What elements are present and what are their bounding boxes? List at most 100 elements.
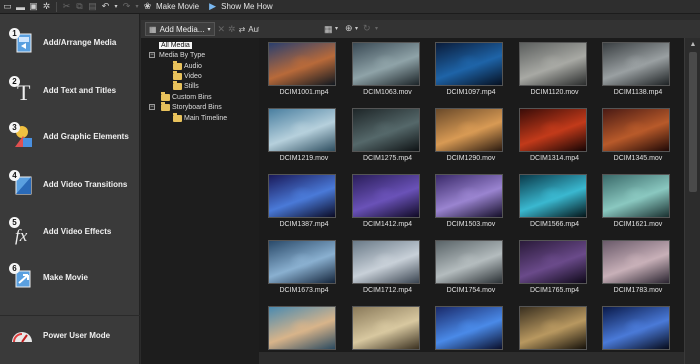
zoom-dropdown-icon[interactable]: ▾ [355, 25, 358, 32]
media-tile[interactable]: DCIM1503.mov [435, 174, 507, 228]
step-add-video-transitions[interactable]: 4 Add Video Transitions [0, 164, 140, 204]
refresh-dropdown-icon[interactable]: ▾ [375, 25, 378, 32]
media-tile[interactable]: DCIM1754.mov [435, 240, 507, 294]
tree-item-stills[interactable]: Stills [173, 80, 199, 91]
show-me-how-button[interactable]: Show Me How [221, 2, 273, 11]
media-tile[interactable]: DCIM1566.mp4 [518, 174, 591, 228]
step-make-movie[interactable]: 6 Make Movie [0, 257, 140, 297]
media-tile[interactable]: DCIM1621.mov [602, 174, 674, 228]
media-thumbnail[interactable] [351, 306, 420, 350]
media-tile[interactable]: DCIM1275.mp4 [351, 108, 424, 162]
step-add-arrange-media[interactable]: 1 Add/Arrange Media [0, 22, 140, 62]
media-tile[interactable]: DCIM1345.mov [602, 108, 674, 162]
media-thumbnail[interactable] [518, 174, 587, 218]
media-tile[interactable]: DCIM1219.mov [268, 108, 340, 162]
collapse-icon[interactable]: − [149, 104, 155, 110]
media-grid: DCIM1001.mp4 DCIM1063.mov DCIM1097.mp4 DCIM… [259, 38, 684, 364]
media-thumbnail[interactable] [602, 174, 670, 218]
step-add-video-effects[interactable]: fx 5 Add Video Effects [0, 211, 140, 251]
media-tile[interactable] [435, 306, 507, 353]
media-tile[interactable]: DCIM1712.mp4 [351, 240, 424, 294]
refresh-icon[interactable]: ↻ [363, 23, 371, 34]
tree-item-audio[interactable]: Audio [173, 60, 202, 71]
media-tile[interactable]: DCIM1138.mp4 [602, 42, 674, 96]
tree-item-video[interactable]: Video [173, 70, 202, 81]
media-thumbnail[interactable] [435, 108, 503, 152]
media-tile[interactable]: DCIM1097.mp4 [435, 42, 507, 96]
step-add-text-titles[interactable]: T 2 Add Text and Titles [0, 70, 140, 110]
media-tile[interactable]: DCIM1783.mov [602, 240, 674, 294]
media-thumbnail[interactable] [435, 174, 503, 218]
tree-item-custom-bins[interactable]: Custom Bins [161, 91, 212, 102]
media-tile[interactable]: DCIM1765.mp4 [518, 240, 591, 294]
media-tile[interactable]: DCIM1412.mp4 [351, 174, 424, 228]
tree-item-all-media[interactable]: All Media [159, 40, 192, 50]
media-tile[interactable] [518, 306, 591, 353]
media-tile[interactable]: DCIM1290.mov [435, 108, 507, 162]
media-thumbnail[interactable] [435, 42, 503, 86]
media-thumbnail[interactable] [435, 306, 503, 350]
undo-icon[interactable]: ↶ [100, 1, 111, 12]
media-thumbnail[interactable] [602, 42, 670, 86]
make-movie-button[interactable]: Make Movie [156, 2, 199, 11]
step-add-graphic-elements[interactable]: 3 Add Graphic Elements [0, 116, 140, 156]
media-filename: DCIM1621.mov [613, 221, 663, 228]
media-settings-icon[interactable]: ✲ [228, 24, 236, 35]
media-thumbnail[interactable] [268, 174, 336, 218]
redo-dropdown-icon[interactable]: ▾ [134, 1, 140, 12]
media-thumbnail[interactable] [268, 108, 336, 152]
media-thumbnail[interactable] [351, 240, 420, 284]
tree-item-storyboard-bins[interactable]: Storyboard Bins [161, 101, 222, 112]
media-thumbnail[interactable] [602, 240, 670, 284]
media-tile[interactable]: DCIM1001.mp4 [268, 42, 340, 96]
media-tile[interactable] [351, 306, 424, 353]
media-thumbnail[interactable] [602, 108, 670, 152]
show-me-how-icon[interactable]: ▶ [207, 1, 218, 12]
media-thumbnail[interactable] [268, 240, 336, 284]
media-thumbnail[interactable] [518, 306, 587, 350]
media-thumbnail[interactable] [518, 42, 587, 86]
media-thumbnail[interactable] [351, 108, 420, 152]
open-folder-icon[interactable]: ▬ [15, 1, 26, 12]
view-mode-dropdown-icon[interactable]: ▾ [335, 25, 338, 32]
media-thumbnail[interactable] [518, 240, 587, 284]
remove-media-icon[interactable]: ✕ [218, 24, 226, 35]
redo-icon[interactable]: ↷ [121, 1, 132, 12]
tree-item-media-by-type[interactable]: Media By Type [159, 50, 205, 60]
media-tile[interactable]: DCIM1063.mov [351, 42, 424, 96]
save-icon[interactable]: ▣ [28, 1, 39, 12]
scroll-thumb[interactable] [689, 52, 697, 192]
media-thumbnail[interactable] [351, 42, 420, 86]
scroll-up-icon[interactable]: ▲ [688, 41, 698, 49]
media-thumbnail[interactable] [435, 240, 503, 284]
undo-dropdown-icon[interactable]: ▾ [113, 1, 119, 12]
media-tile[interactable] [602, 306, 674, 353]
media-tile[interactable]: DCIM1387.mp4 [268, 174, 340, 228]
media-tile[interactable] [268, 306, 340, 353]
horizontal-scrollbar[interactable] [259, 352, 684, 364]
add-media-button[interactable]: ▦ Add Media... ▾ [145, 22, 215, 36]
copy-icon[interactable]: ⧉ [74, 1, 85, 12]
make-movie-icon[interactable]: ❀ [142, 1, 153, 12]
media-thumbnail[interactable] [268, 306, 336, 350]
media-thumbnail[interactable] [268, 42, 336, 86]
cut-icon[interactable]: ✂ [61, 1, 72, 12]
media-tile[interactable]: DCIM1673.mp4 [268, 240, 340, 294]
media-thumbnail[interactable] [602, 306, 670, 350]
auto-preview-icon[interactable]: ⇄ [239, 25, 246, 34]
media-thumbnail[interactable] [351, 174, 420, 218]
view-mode-icon[interactable]: ▦ [324, 24, 333, 35]
media-tile[interactable]: DCIM1314.mp4 [518, 108, 591, 162]
tree-item-main-timeline[interactable]: Main Timeline [173, 112, 227, 123]
collapse-icon[interactable]: − [149, 52, 155, 58]
zoom-icon[interactable]: ⊕ [345, 23, 353, 34]
paste-icon[interactable]: ▤ [87, 1, 98, 12]
thumbnail-highlight [288, 251, 316, 271]
media-thumbnail[interactable] [518, 108, 587, 152]
new-project-icon[interactable]: ▭ [2, 1, 13, 12]
media-tile[interactable]: DCIM1120.mov [518, 42, 591, 96]
vertical-scrollbar[interactable]: ▲ [684, 38, 700, 364]
settings-gear-icon[interactable]: ✲ [41, 1, 52, 12]
power-user-mode-button[interactable]: Power User Mode [0, 315, 140, 355]
fx-icon: fx 5 [9, 217, 35, 245]
